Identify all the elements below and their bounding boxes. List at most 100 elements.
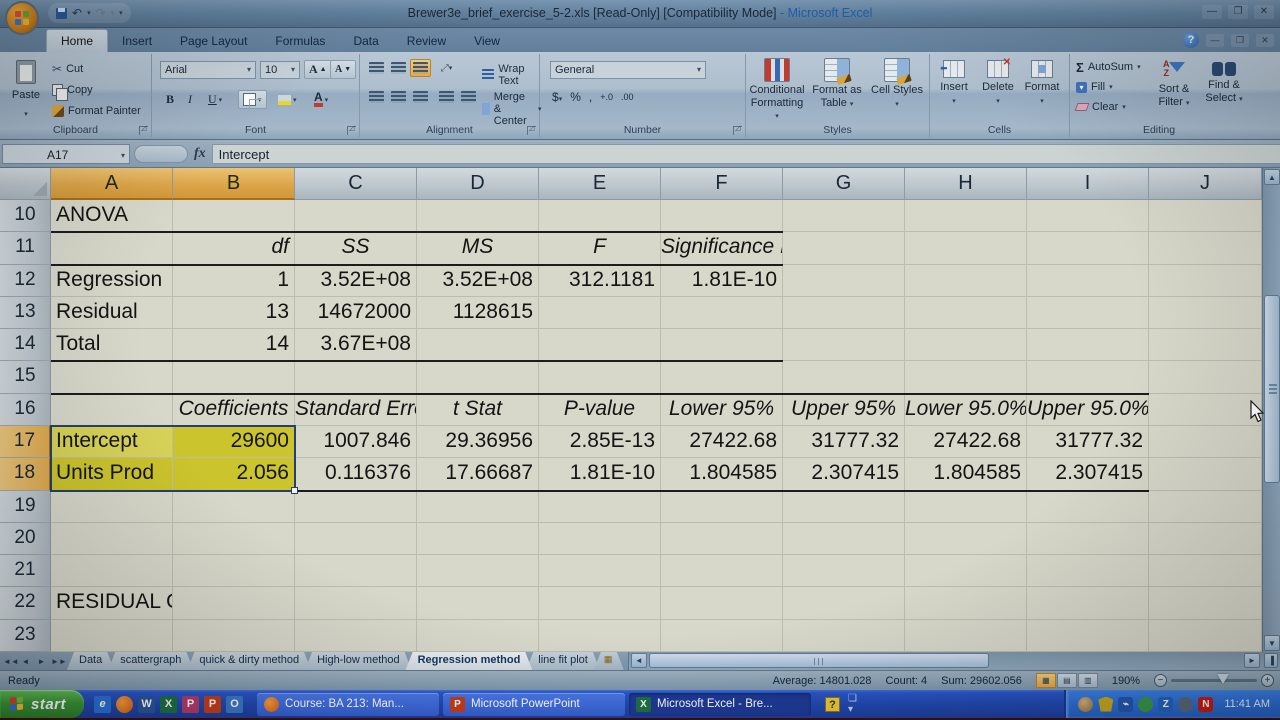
- align-left-button[interactable]: [366, 88, 387, 106]
- powerpoint-icon[interactable]: P: [204, 696, 221, 713]
- font-size-select[interactable]: 10▾: [260, 61, 300, 79]
- cell-G21[interactable]: [783, 555, 905, 587]
- cell-H18[interactable]: 1.804585: [905, 458, 1027, 490]
- cell-C19[interactable]: [295, 491, 417, 523]
- scroll-right-icon[interactable]: ►: [1244, 653, 1260, 668]
- clear-button[interactable]: Clear▾: [1076, 99, 1126, 115]
- cell-I23[interactable]: [1027, 620, 1149, 652]
- row-header-13[interactable]: 13: [0, 297, 51, 329]
- cell-G19[interactable]: [783, 491, 905, 523]
- borders-button[interactable]: ▾: [238, 90, 267, 109]
- tray-globe-icon[interactable]: [1078, 697, 1093, 712]
- cell-E18[interactable]: 1.81E-10: [539, 458, 661, 490]
- cell-D11[interactable]: MS: [417, 232, 539, 264]
- decrease-indent-button[interactable]: [436, 88, 457, 106]
- cell-F11[interactable]: Significance F: [661, 232, 783, 264]
- column-header-J[interactable]: J: [1149, 168, 1262, 200]
- column-header-E[interactable]: E: [539, 168, 661, 200]
- scroll-up-icon[interactable]: ▲: [1264, 169, 1280, 185]
- cell-J15[interactable]: [1149, 361, 1262, 393]
- cell-D20[interactable]: [417, 523, 539, 555]
- cell-A14[interactable]: Total: [51, 329, 173, 361]
- cell-A18[interactable]: Units Prod: [51, 458, 173, 490]
- cell-B18[interactable]: 2.056: [173, 458, 295, 490]
- insert-cells-button[interactable]: Insert▾: [932, 60, 976, 106]
- format-as-table-button[interactable]: Format as Table ▾: [808, 58, 866, 109]
- tray-green-icon[interactable]: [1138, 697, 1153, 712]
- restore-button[interactable]: ❐: [1228, 5, 1248, 19]
- cell-F13[interactable]: [661, 297, 783, 329]
- cell-C23[interactable]: [295, 620, 417, 652]
- cell-I11[interactable]: [1027, 232, 1149, 264]
- cell-F22[interactable]: [661, 587, 783, 619]
- row-header-18[interactable]: 18: [0, 458, 51, 490]
- cell-I15[interactable]: [1027, 361, 1149, 393]
- excel-icon[interactable]: X: [160, 696, 177, 713]
- tab-split-handle[interactable]: ▐: [1264, 653, 1278, 668]
- horizontal-scrollbar[interactable]: ◄ ► ▐: [628, 652, 1280, 670]
- font-family-select[interactable]: Arial▾: [160, 61, 256, 79]
- horizontal-scrollbar-thumb[interactable]: [649, 653, 989, 668]
- cell-G12[interactable]: [783, 265, 905, 297]
- cell-H17[interactable]: 27422.68: [905, 426, 1027, 458]
- formula-input[interactable]: Intercept: [212, 144, 1280, 164]
- sheet-tab-high-low-method[interactable]: High-low method: [305, 652, 412, 670]
- start-button[interactable]: start: [0, 690, 84, 718]
- select-all-corner[interactable]: [0, 168, 51, 200]
- tray-n-icon[interactable]: N: [1198, 697, 1213, 712]
- paste-button[interactable]: Paste▾: [6, 58, 46, 120]
- number-dialog-launcher-icon[interactable]: [733, 126, 742, 135]
- sheet-tab-data[interactable]: Data: [67, 652, 114, 670]
- cell-I21[interactable]: [1027, 555, 1149, 587]
- cell-F21[interactable]: [661, 555, 783, 587]
- workbook-restore-button[interactable]: ❐: [1231, 34, 1249, 47]
- insert-function-icon[interactable]: fx: [194, 146, 206, 162]
- cell-D18[interactable]: 17.66687: [417, 458, 539, 490]
- cell-H20[interactable]: [905, 523, 1027, 555]
- cell-D19[interactable]: [417, 491, 539, 523]
- cell-D21[interactable]: [417, 555, 539, 587]
- cell-C17[interactable]: 1007.846: [295, 426, 417, 458]
- underline-button[interactable]: U▾: [204, 90, 226, 109]
- column-header-D[interactable]: D: [417, 168, 539, 200]
- tab-data[interactable]: Data: [339, 30, 392, 52]
- cell-I10[interactable]: [1027, 200, 1149, 232]
- cell-A19[interactable]: [51, 491, 173, 523]
- cell-C21[interactable]: [295, 555, 417, 587]
- accounting-format-button[interactable]: $▾: [552, 90, 562, 104]
- cell-styles-button[interactable]: Cell Styles ▾: [868, 58, 926, 109]
- cell-B17[interactable]: 29600: [173, 426, 295, 458]
- cell-B23[interactable]: [173, 620, 295, 652]
- tab-insert[interactable]: Insert: [108, 30, 166, 52]
- top-align-button[interactable]: [366, 59, 387, 77]
- align-center-button[interactable]: [388, 88, 409, 106]
- row-header-22[interactable]: 22: [0, 587, 51, 619]
- cell-I17[interactable]: 31777.32: [1027, 426, 1149, 458]
- cell-E20[interactable]: [539, 523, 661, 555]
- cell-F17[interactable]: 27422.68: [661, 426, 783, 458]
- show-desktop-icon[interactable]: ❏▾: [848, 693, 857, 715]
- cell-F18[interactable]: 1.804585: [661, 458, 783, 490]
- cell-F23[interactable]: [661, 620, 783, 652]
- column-header-H[interactable]: H: [905, 168, 1027, 200]
- workbook-minimize-button[interactable]: —: [1206, 34, 1224, 47]
- cell-F15[interactable]: [661, 361, 783, 393]
- increase-decimal-button[interactable]: +.0: [600, 92, 613, 102]
- row-header-20[interactable]: 20: [0, 523, 51, 555]
- cell-F14[interactable]: [661, 329, 783, 361]
- cell-A21[interactable]: [51, 555, 173, 587]
- italic-button[interactable]: I: [184, 90, 196, 109]
- cell-C15[interactable]: [295, 361, 417, 393]
- minimize-button[interactable]: —: [1202, 5, 1222, 19]
- name-box[interactable]: A17▾: [2, 144, 130, 164]
- cell-F12[interactable]: 1.81E-10: [661, 265, 783, 297]
- conditional-formatting-button[interactable]: Conditional Formatting ▾: [748, 58, 806, 122]
- cell-H15[interactable]: [905, 361, 1027, 393]
- scroll-down-icon[interactable]: ▼: [1264, 635, 1280, 651]
- first-sheet-icon[interactable]: ◄◄: [3, 657, 16, 666]
- cell-J21[interactable]: [1149, 555, 1262, 587]
- autosum-button[interactable]: ΣAutoSum▾: [1076, 59, 1141, 75]
- fill-handle[interactable]: [291, 487, 298, 494]
- cell-D14[interactable]: [417, 329, 539, 361]
- font-dialog-launcher-icon[interactable]: [347, 126, 356, 135]
